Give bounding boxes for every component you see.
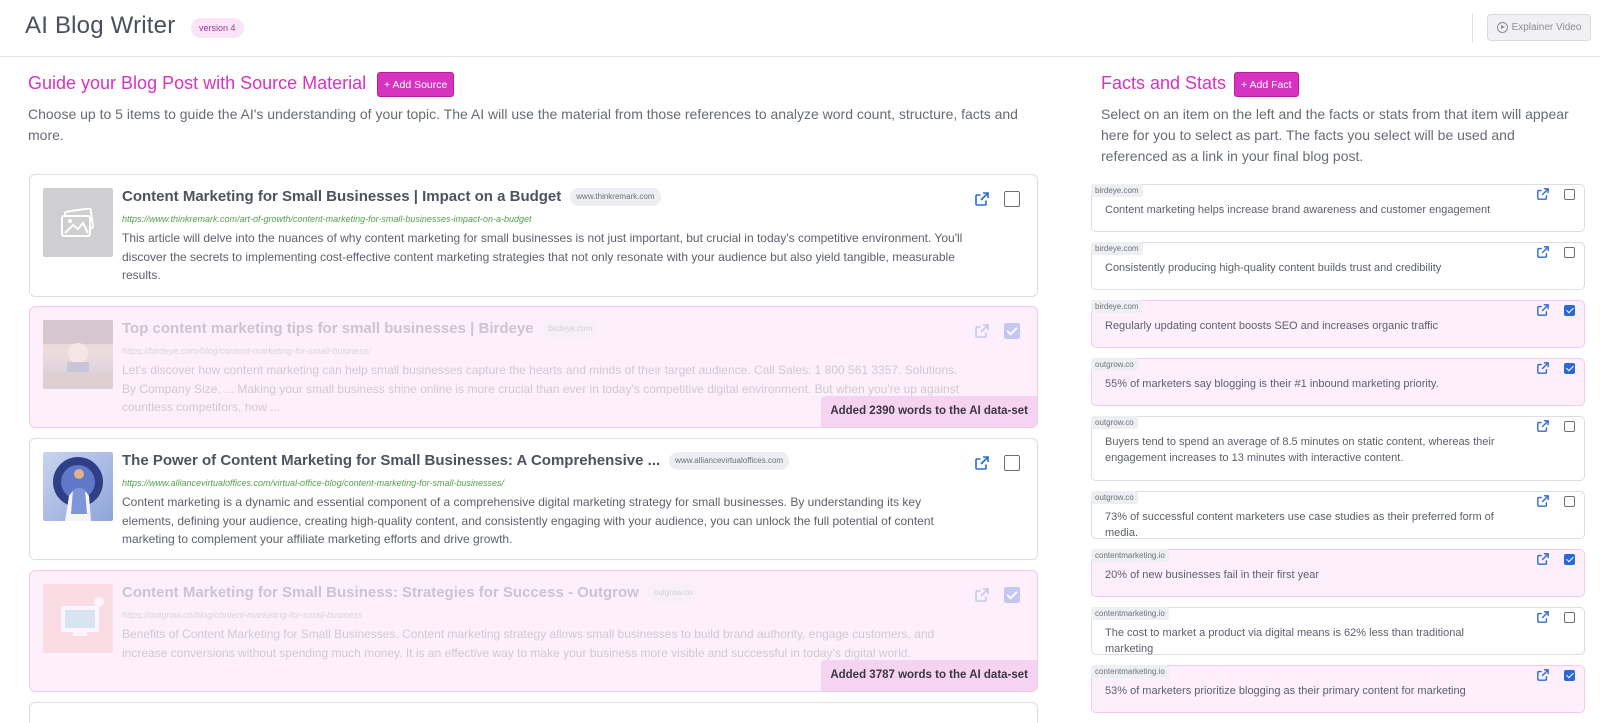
source-checkbox[interactable] (1004, 191, 1020, 207)
fact-checkbox[interactable] (1564, 420, 1575, 432)
fact-checkbox[interactable] (1564, 304, 1575, 316)
fact-item[interactable]: contentmarketing.io 53% of marketers pri… (1091, 665, 1585, 713)
fact-checkbox[interactable] (1564, 495, 1575, 507)
external-link-icon[interactable] (1537, 669, 1549, 681)
source-title[interactable]: The Power of Content Marketing for Small… (122, 452, 790, 470)
fact-item[interactable]: birdeye.com Content marketing helps incr… (1091, 184, 1585, 232)
fact-checkbox[interactable] (1564, 362, 1575, 374)
fact-domain: birdeye.com (1091, 184, 1143, 197)
source-title[interactable]: Content Marketing for Small Businesses |… (122, 188, 661, 206)
source-checkbox[interactable] (1004, 455, 1020, 471)
fact-text: Regularly updating content boosts SEO an… (1105, 320, 1439, 332)
external-link-icon[interactable] (1537, 362, 1549, 374)
source-card[interactable]: Content Marketing for Small Business: St… (29, 570, 1038, 692)
source-title[interactable]: Content Marketing for Small Business: St… (122, 584, 699, 602)
source-description: This article will delve into the nuances… (122, 231, 963, 282)
external-link-icon[interactable] (1537, 611, 1549, 623)
external-link-icon[interactable] (975, 324, 989, 338)
external-link-icon[interactable] (1537, 495, 1549, 507)
version-badge: version 4 (191, 18, 244, 38)
fact-checkbox[interactable] (1564, 611, 1575, 623)
fact-domain: contentmarketing.io (1091, 665, 1169, 678)
fact-item[interactable]: outgrow.co Buyers tend to spend an avera… (1091, 416, 1585, 481)
added-words-badge: Added 3787 words to the AI data-set (821, 660, 1037, 691)
play-circle-icon (1496, 22, 1508, 33)
source-thumbnail (43, 320, 113, 389)
fact-domain: birdeye.com (1091, 300, 1143, 313)
app-title: AI Blog Writer (25, 12, 176, 39)
placeholder-image-icon (43, 188, 113, 257)
fact-text: Content marketing helps increase brand a… (1105, 204, 1491, 216)
fact-item[interactable]: contentmarketing.io 20% of new businesse… (1091, 549, 1585, 597)
source-url[interactable]: https://outgrow.co/blog/content-marketin… (122, 610, 362, 620)
external-link-icon[interactable] (1537, 188, 1549, 200)
source-card[interactable]: The Power of Content Marketing for Small… (29, 438, 1038, 560)
domain-chip: outgrow.co (647, 584, 699, 602)
fact-checkbox[interactable] (1564, 188, 1575, 200)
fact-item[interactable]: contentmarketing.io The cost to market a… (1091, 607, 1585, 655)
explainer-video-label: Explainer Video (1511, 22, 1582, 33)
explainer-video-button[interactable]: Explainer Video (1487, 14, 1591, 41)
source-card[interactable] (29, 702, 1038, 723)
fact-item[interactable]: birdeye.com Regularly updating content b… (1091, 300, 1585, 348)
add-source-button[interactable]: + Add Source (377, 72, 455, 97)
source-url[interactable]: https://www.thinkremark.com/art-of-growt… (122, 214, 531, 224)
fact-checkbox[interactable] (1564, 669, 1575, 681)
source-description: Benefits of Content Marketing for Small … (122, 627, 935, 660)
domain-chip: birdeye.com (542, 320, 599, 338)
source-checkbox[interactable] (1004, 587, 1020, 603)
fact-text: 20% of new businesses fail in their firs… (1105, 569, 1319, 581)
facts-title: Facts and Stats (1101, 73, 1227, 93)
source-description: Content marketing is a dynamic and essen… (122, 495, 934, 546)
source-card[interactable]: Content Marketing for Small Businesses |… (29, 174, 1038, 297)
fact-text: Consistently producing high-quality cont… (1105, 262, 1442, 274)
fact-domain: contentmarketing.io (1091, 607, 1169, 620)
fact-text: 53% of marketers prioritize blogging as … (1105, 685, 1466, 697)
source-url[interactable]: https://birdeye.com/blog/content-marketi… (122, 346, 370, 356)
sources-title: Guide your Blog Post with Source Materia… (28, 73, 367, 93)
sources-description: Choose up to 5 items to guide the AI's u… (28, 106, 1018, 143)
external-link-icon[interactable] (1537, 420, 1549, 432)
header-divider (1472, 13, 1473, 43)
domain-chip: www.alliancevirtualoffices.com (669, 452, 790, 470)
source-thumbnail (43, 452, 113, 521)
top-bar: AI Blog Writer version 4 Explainer Video (0, 0, 1600, 57)
fact-text: Buyers tend to spend an average of 8.5 m… (1105, 436, 1495, 464)
source-card[interactable]: Top content marketing tips for small bus… (29, 306, 1038, 428)
external-link-icon[interactable] (975, 588, 989, 602)
fact-domain: birdeye.com (1091, 242, 1143, 255)
fact-item[interactable]: outgrow.co 55% of marketers say blogging… (1091, 358, 1585, 406)
fact-domain: outgrow.co (1091, 416, 1138, 429)
external-link-icon[interactable] (975, 192, 989, 206)
add-fact-button[interactable]: + Add Fact (1234, 72, 1299, 97)
source-url[interactable]: https://www.alliancevirtualoffices.com/v… (122, 478, 504, 488)
source-title[interactable]: Top content marketing tips for small bus… (122, 320, 599, 338)
fact-item[interactable]: outgrow.co 73% of successful content mar… (1091, 491, 1585, 539)
source-checkbox[interactable] (1004, 323, 1020, 339)
fact-text: 55% of marketers say blogging is their #… (1105, 378, 1439, 390)
external-link-icon[interactable] (1537, 304, 1549, 316)
added-words-badge: Added 2390 words to the AI data-set (821, 396, 1037, 427)
domain-chip: www.thinkremark.com (570, 188, 661, 206)
external-link-icon[interactable] (1537, 246, 1549, 258)
fact-checkbox[interactable] (1564, 246, 1575, 258)
facts-description: Select on an item on the left and the fa… (1101, 106, 1569, 164)
external-link-icon[interactable] (975, 456, 989, 470)
fact-checkbox[interactable] (1564, 553, 1575, 565)
fact-domain: outgrow.co (1091, 491, 1138, 504)
external-link-icon[interactable] (1537, 553, 1549, 565)
fact-text: The cost to market a product via digital… (1105, 627, 1464, 655)
fact-item[interactable]: birdeye.com Consistently producing high-… (1091, 242, 1585, 290)
fact-domain: outgrow.co (1091, 358, 1138, 371)
fact-text: 73% of successful content marketers use … (1105, 511, 1494, 539)
fact-domain: contentmarketing.io (1091, 549, 1169, 562)
source-thumbnail (43, 584, 113, 653)
